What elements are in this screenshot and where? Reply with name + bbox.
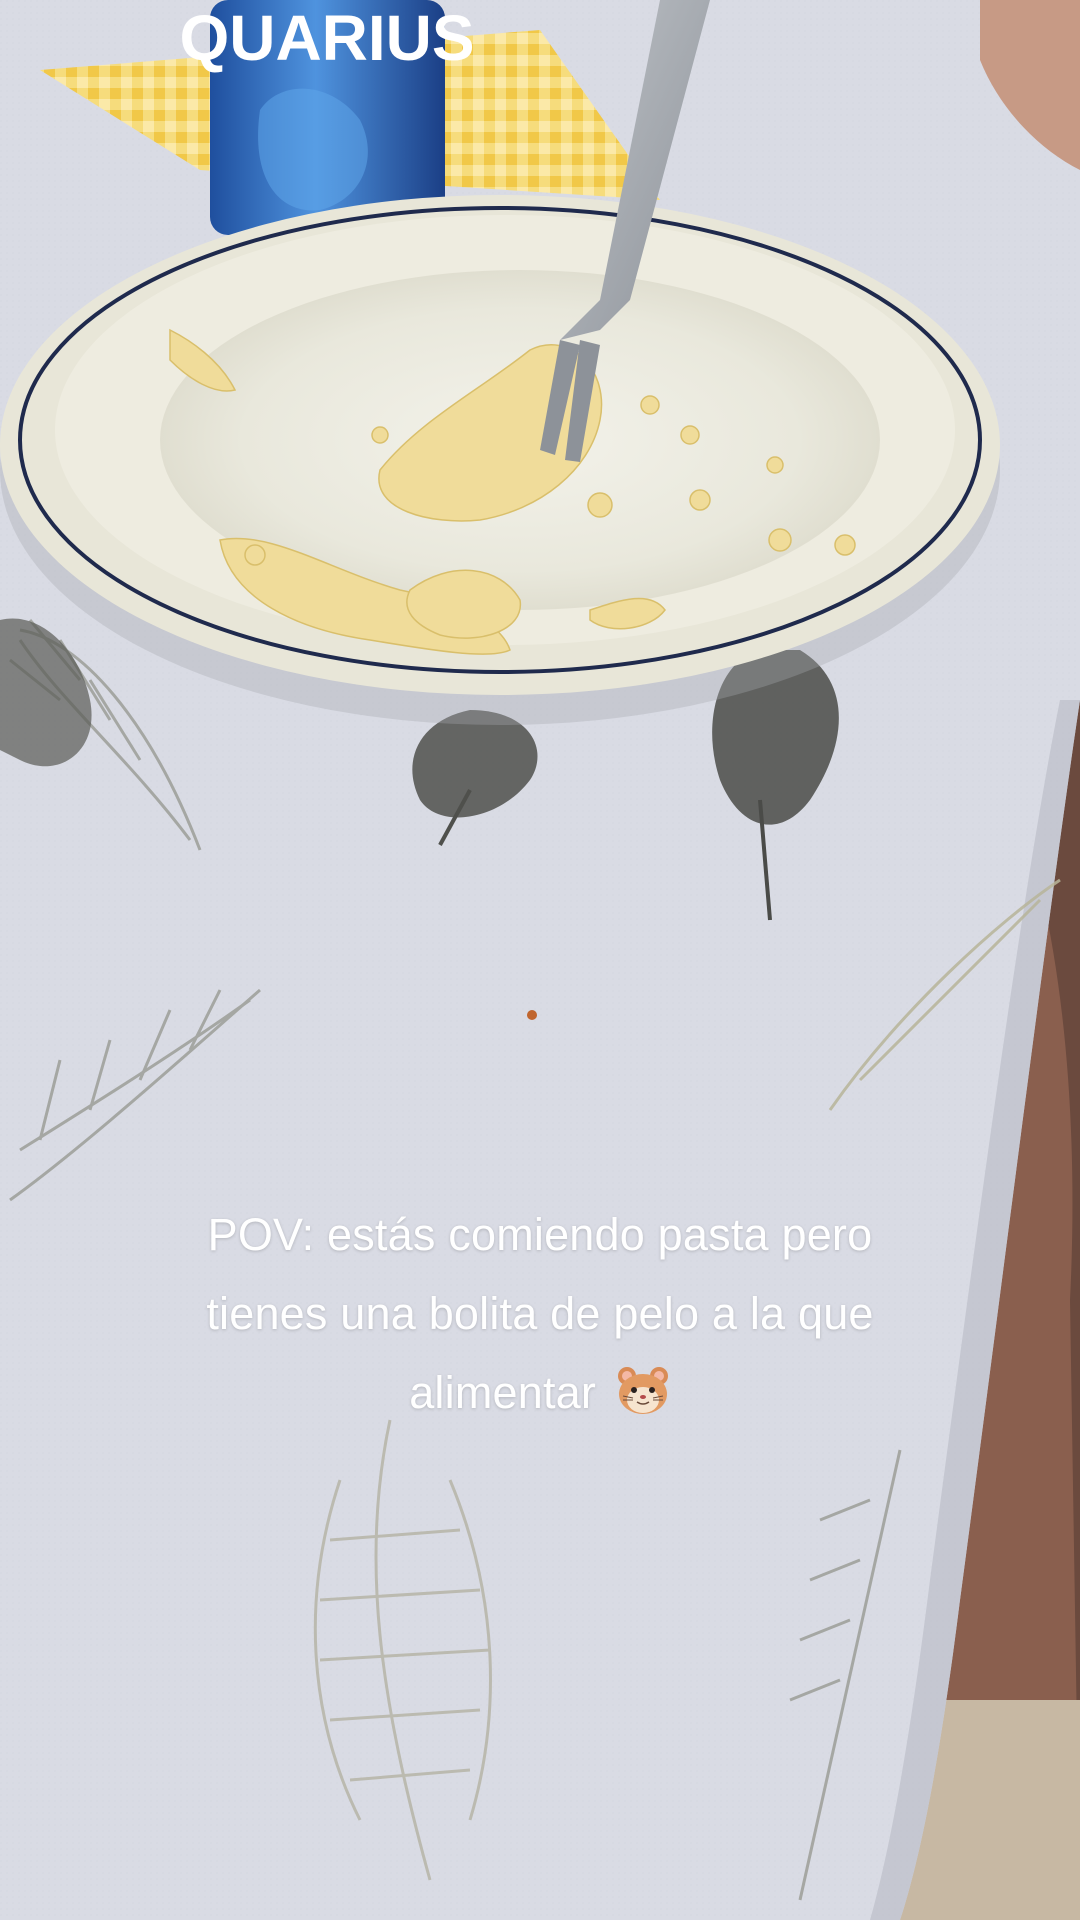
crumb [527,1010,537,1020]
hamster-face-icon [617,1367,668,1415]
caption-line-3: alimentar [90,1353,990,1432]
caption: POV: estás comiendo pasta pero tienes un… [90,1195,990,1432]
photo-scene: QUARIUS POV: estás comiendo pasta pero t… [0,0,1080,1920]
caption-line-1: POV: estás comiendo pasta pero [207,1209,873,1260]
caption-line-3-text: alimentar [409,1367,597,1418]
can-label: QUARIUS [179,2,474,74]
table-photo: QUARIUS [0,0,1080,1920]
caption-line-2: tienes una bolita de pelo a la que [206,1288,874,1339]
